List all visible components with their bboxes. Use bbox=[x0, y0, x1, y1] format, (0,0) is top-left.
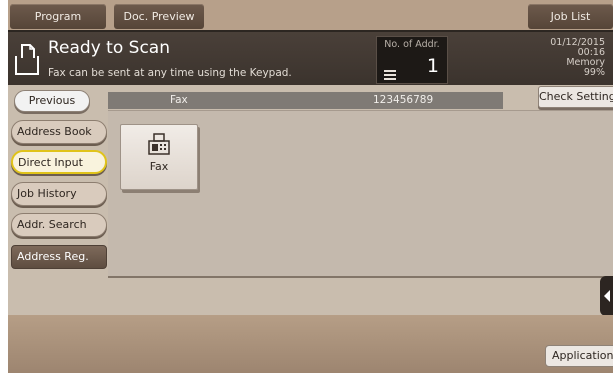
device-info: 01/12/2015 00:16 Memory 99% bbox=[525, 38, 605, 78]
address-book-button[interactable]: Address Book bbox=[11, 120, 107, 144]
direct-input-button[interactable]: Direct Input bbox=[11, 150, 107, 174]
previous-button[interactable]: Previous bbox=[14, 90, 90, 112]
check-setting-button[interactable]: Check Setting bbox=[538, 86, 613, 108]
scan-icon bbox=[15, 44, 39, 75]
destination-number: 123456789 bbox=[373, 94, 434, 106]
top-tab-bar: Program Doc. Preview Job List bbox=[8, 0, 613, 30]
address-count: 1 bbox=[426, 55, 439, 77]
scan-fax-screen: Program Doc. Preview Job List Ready to S… bbox=[8, 0, 613, 373]
address-reg-button[interactable]: Address Reg. bbox=[11, 245, 107, 269]
addr-search-button[interactable]: Addr. Search bbox=[11, 213, 107, 237]
destination-type: Fax bbox=[170, 94, 188, 106]
status-title: Ready to Scan bbox=[48, 38, 170, 58]
lower-band bbox=[8, 280, 613, 315]
address-count-box[interactable]: No. of Addr. 1 bbox=[376, 36, 448, 84]
fax-icon bbox=[148, 133, 170, 155]
job-list-tab[interactable]: Job List bbox=[528, 4, 613, 29]
doc-preview-tab[interactable]: Doc. Preview bbox=[114, 4, 204, 29]
job-history-button[interactable]: Job History bbox=[11, 182, 107, 206]
address-count-label: No. of Addr. bbox=[384, 39, 440, 50]
memory-value: 99% bbox=[583, 67, 605, 78]
fax-tile[interactable]: Fax bbox=[120, 124, 198, 190]
list-icon bbox=[384, 70, 396, 80]
side-panel-handle[interactable] bbox=[600, 276, 613, 316]
destination-panel: Fax bbox=[108, 110, 613, 278]
program-tab[interactable]: Program bbox=[10, 4, 106, 29]
status-header: Ready to Scan Fax can be sent at any tim… bbox=[8, 30, 613, 85]
destination-bar: Fax 123456789 bbox=[108, 92, 503, 109]
status-message: Fax can be sent at any time using the Ke… bbox=[48, 67, 292, 79]
bottom-bar bbox=[8, 315, 613, 373]
chevron-left-icon bbox=[604, 290, 610, 302]
application-button[interactable]: Application bbox=[545, 345, 613, 367]
fax-tile-label: Fax bbox=[149, 160, 169, 173]
